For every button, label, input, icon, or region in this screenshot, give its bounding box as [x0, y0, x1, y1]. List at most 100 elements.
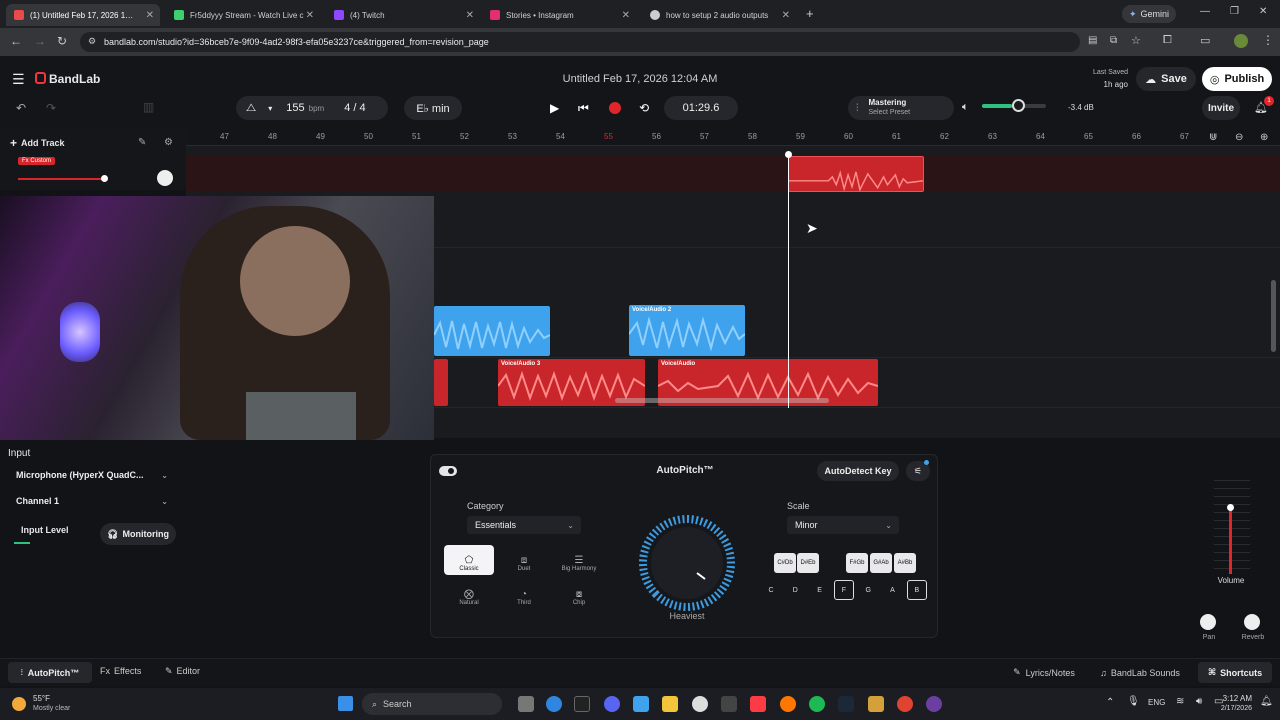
key-e[interactable]: E: [810, 580, 830, 600]
amount-knob[interactable]: [627, 503, 747, 623]
epic-games-icon[interactable]: [574, 696, 590, 712]
minimize-window-icon[interactable]: —: [1200, 6, 1210, 17]
selected-track-lane[interactable]: [186, 156, 1280, 192]
edge-icon[interactable]: [546, 696, 562, 712]
key-d[interactable]: D: [785, 580, 805, 600]
spotify-icon[interactable]: [809, 696, 825, 712]
wifi-icon[interactable]: ≋: [1176, 696, 1184, 707]
bpm-value[interactable]: 155: [286, 102, 304, 114]
browser-tab-instagram[interactable]: Stories • Instagram ✕: [482, 4, 636, 26]
close-tab-icon[interactable]: ✕: [466, 10, 474, 21]
tray-chevron-up-icon[interactable]: ⌃: [1106, 697, 1114, 708]
track-volume-slider[interactable]: [18, 178, 104, 180]
clock-time[interactable]: 3:12 AM: [1222, 694, 1252, 703]
key-sharp-as[interactable]: A# Bb: [894, 553, 916, 573]
track-settings-icon[interactable]: ⚙: [164, 137, 173, 148]
record-icon[interactable]: [609, 102, 621, 114]
brand-name[interactable]: BandLab: [49, 72, 100, 86]
reader-icon[interactable]: ▤: [1088, 35, 1097, 46]
fx-badge[interactable]: Fx Custom: [18, 157, 56, 165]
clock-date[interactable]: 2/17/2026: [1210, 705, 1252, 712]
invite-button[interactable]: Invite: [1202, 96, 1240, 120]
mode-big-harmony[interactable]: ☰ Big Harmony: [554, 545, 604, 575]
hamburger-menu-icon[interactable]: ☰: [12, 71, 25, 88]
volume-fader-thumb[interactable]: [1227, 504, 1234, 511]
speaker-icon[interactable]: 🔈︎: [962, 101, 969, 114]
apple-music-icon[interactable]: [750, 696, 766, 712]
audio-clip-voice-audio-2[interactable]: Voice/Audio 2: [629, 305, 745, 356]
undo-icon[interactable]: ↶: [16, 101, 26, 115]
store-icon[interactable]: [721, 696, 737, 712]
mode-third[interactable]: ◔ Third: [499, 579, 549, 609]
timeline-ruler[interactable]: 47 48 49 50 51 52 53 54 55 56 57 58 59 60 61 62 63 64 65 66…: [186, 128, 1280, 146]
browser-tab-twitch[interactable]: (4) Twitch ✕: [326, 4, 480, 26]
gemini-button[interactable]: ✦ Gemini: [1122, 5, 1176, 23]
pencil-tool-icon[interactable]: ✎: [138, 137, 146, 148]
extensions-icon[interactable]: ⧠: [1163, 34, 1172, 47]
key-a[interactable]: A: [883, 580, 903, 600]
taskbar-search-input[interactable]: ⌕ Search: [362, 693, 502, 715]
chevron-down-icon[interactable]: ▾: [268, 104, 272, 113]
channel-select[interactable]: Channel 1 ⌄: [8, 491, 176, 511]
mode-natural[interactable]: ⨂ Natural: [444, 579, 494, 609]
browser-tab-bandlab[interactable]: (1) Untitled Feb 17, 2026 1… ✕: [6, 4, 160, 26]
loop-icon[interactable]: ⟲: [639, 101, 649, 115]
forward-icon[interactable]: →: [34, 34, 46, 48]
back-icon[interactable]: ←: [10, 34, 22, 48]
track-volume-thumb[interactable]: [101, 175, 108, 182]
zoom-in-icon[interactable]: ⊕: [1260, 132, 1268, 143]
key-g[interactable]: G: [858, 580, 878, 600]
master-volume-thumb[interactable]: [1012, 99, 1025, 112]
master-volume-slider[interactable]: [982, 99, 1046, 112]
file-explorer-icon[interactable]: [662, 696, 678, 712]
tab-effects[interactable]: Fx Effects: [100, 666, 141, 676]
bandlab-sounds-button[interactable]: ♫ BandLab Sounds: [1092, 662, 1188, 683]
key-selector[interactable]: E♭ min: [404, 96, 462, 120]
horizontal-scrollbar[interactable]: [615, 398, 829, 403]
category-select[interactable]: Essentials ⌄: [467, 516, 581, 534]
bookmark-star-icon[interactable]: ☆: [1131, 34, 1141, 47]
tab-editor[interactable]: ✎ Editor: [165, 666, 200, 677]
weather-icon[interactable]: [12, 697, 26, 711]
key-sharp-ds[interactable]: D# Eb: [797, 553, 819, 573]
browser-tab-google[interactable]: how to setup 2 audio outputs ✕: [642, 4, 796, 26]
play-icon[interactable]: ▶: [550, 101, 559, 115]
input-device-select[interactable]: Microphone (HyperX QuadC... ⌄: [8, 465, 176, 485]
windows-start-icon[interactable]: [338, 696, 353, 711]
volume-icon[interactable]: 🔊︎: [1196, 696, 1202, 707]
chrome-icon[interactable]: [897, 696, 913, 712]
copilot-icon[interactable]: [633, 696, 649, 712]
track-pan-knob[interactable]: [157, 170, 173, 186]
restore-window-icon[interactable]: ❐: [1230, 6, 1239, 17]
time-signature[interactable]: 4 / 4: [344, 102, 365, 114]
metronome-icon[interactable]: ⧍: [246, 102, 256, 115]
save-button[interactable]: ☁ Save: [1136, 67, 1196, 91]
audio-clip[interactable]: [434, 359, 448, 406]
mode-duet[interactable]: ⧈ Duet: [499, 545, 549, 575]
soundcloud-icon[interactable]: [780, 696, 796, 712]
reload-icon[interactable]: ↻: [57, 34, 67, 48]
audio-clip[interactable]: [434, 306, 550, 356]
browser-tab-kick[interactable]: Fr5ddyyy Stream - Watch Live c ✕: [166, 4, 320, 26]
mode-classic[interactable]: ⬠ Classic: [444, 545, 494, 575]
skip-to-start-icon[interactable]: ⏮: [578, 101, 589, 116]
site-info-icon[interactable]: ⚙: [88, 36, 96, 47]
steam-icon[interactable]: [838, 696, 854, 712]
zoom-out-icon[interactable]: ⊖: [1235, 132, 1243, 143]
redo-icon[interactable]: ↷: [46, 101, 56, 115]
playhead[interactable]: [788, 152, 789, 408]
key-sharp-cs[interactable]: C# Db: [774, 553, 796, 573]
close-tab-icon[interactable]: ✕: [306, 10, 314, 21]
pan-knob[interactable]: [1200, 614, 1216, 630]
key-c[interactable]: C: [761, 580, 781, 600]
app-icon[interactable]: [926, 696, 942, 712]
autopitch-toggle[interactable]: [439, 466, 457, 476]
shortcuts-button[interactable]: ⌘ Shortcuts: [1198, 662, 1272, 683]
new-tab-icon[interactable]: +: [806, 6, 814, 21]
scale-select[interactable]: Minor ⌄: [787, 516, 899, 534]
key-sharp-fs[interactable]: F# Gb: [846, 553, 868, 573]
mode-chip[interactable]: ⧇ Chip: [554, 579, 604, 609]
microphone-icon[interactable]: 🎙︎: [1127, 696, 1140, 707]
browser-menu-icon[interactable]: ⋮: [1262, 33, 1274, 47]
magnet-snap-icon[interactable]: ⋓: [1209, 132, 1217, 143]
